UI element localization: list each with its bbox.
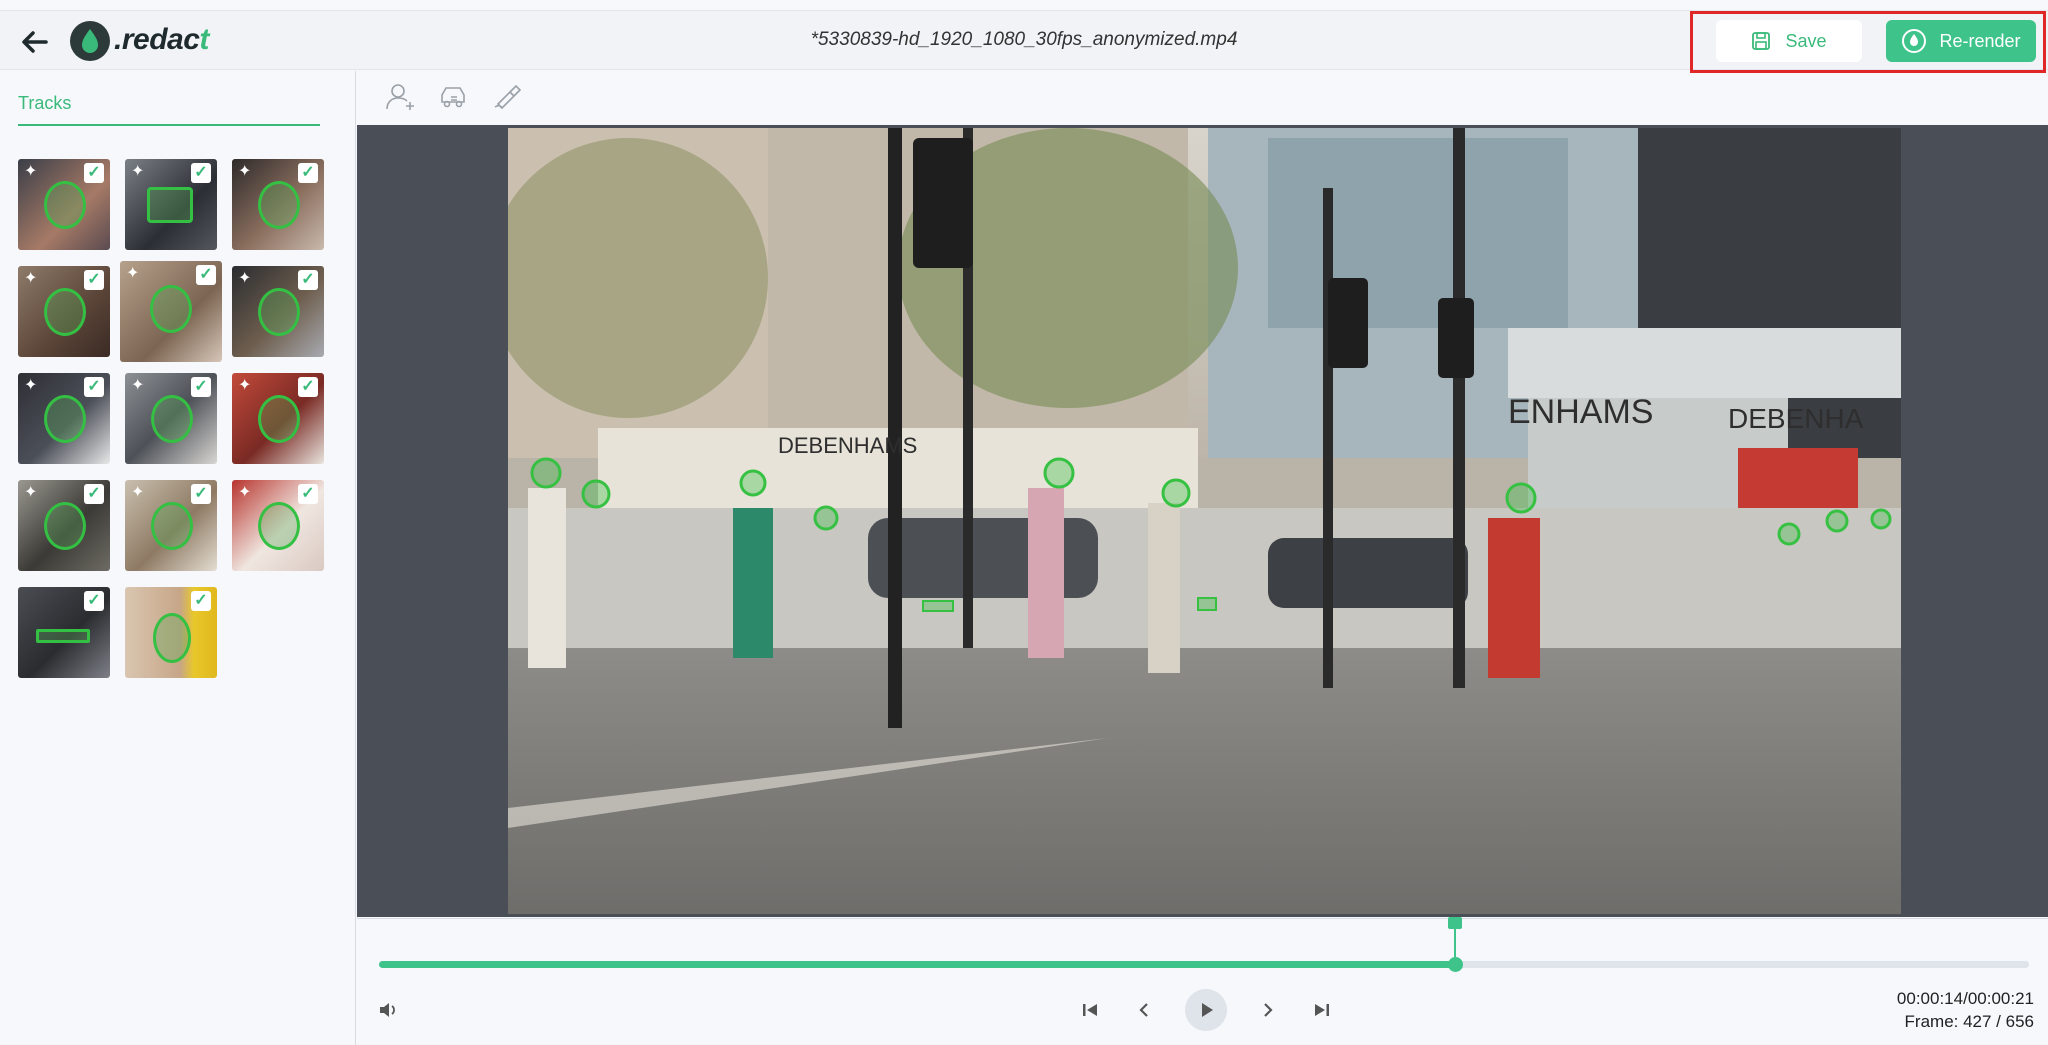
save-button[interactable]: Save (1716, 20, 1862, 62)
face-outline (258, 288, 300, 336)
timeline-track[interactable] (379, 917, 2029, 972)
tracks-sidebar: Tracks ✦ ✓ ✦ ✓ ✦ ✓ ✦ ✓ ✦ ✓ ✦ ✓ ✦ ✓ ✦ ✓ ✦ ✓ ✦ ✓ ✦ ✓ … (0, 71, 356, 1045)
track-thumbnail[interactable]: ✓ (18, 587, 110, 678)
face-outline (44, 288, 86, 336)
checkbox-checked[interactable]: ✓ (191, 591, 211, 611)
checkbox-checked[interactable]: ✓ (298, 163, 318, 183)
face-outline (151, 502, 193, 550)
volume-icon[interactable] (377, 999, 399, 1021)
skip-to-end-icon[interactable] (1309, 997, 1335, 1023)
track-thumbnail[interactable]: ✦ ✓ (18, 373, 110, 464)
checkbox-checked[interactable]: ✓ (191, 484, 211, 504)
checkbox-checked[interactable]: ✓ (298, 377, 318, 397)
annotation-tools (384, 80, 524, 116)
checkbox-checked[interactable]: ✓ (84, 270, 104, 290)
sparkle-icon: ✦ (24, 163, 38, 180)
frame-label: Frame: 427 / 656 (1904, 1012, 2034, 1031)
tracks-heading: Tracks (18, 93, 72, 113)
face-outline (44, 181, 86, 229)
checkbox-checked[interactable]: ✓ (84, 484, 104, 504)
track-thumbnail[interactable]: ✦ ✓ (18, 266, 110, 357)
render-drop-icon (1902, 29, 1927, 53)
track-thumbnail[interactable]: ✦ ✓ (232, 480, 324, 571)
face-outline (258, 181, 300, 229)
sparkle-icon: ✦ (238, 484, 252, 501)
checkbox-checked[interactable]: ✓ (298, 270, 318, 290)
checkbox-checked[interactable]: ✓ (191, 163, 211, 183)
track-thumbnail[interactable]: ✦ ✓ (125, 373, 217, 464)
tracks-underline (18, 124, 320, 126)
checkbox-checked[interactable]: ✓ (191, 377, 211, 397)
plate-outline (36, 629, 90, 643)
playhead-line (1454, 921, 1457, 957)
face-outline (151, 395, 193, 443)
re-render-button[interactable]: Re-render (1886, 20, 2036, 62)
track-thumbnail[interactable]: ✦ ✓ (125, 480, 217, 571)
checkbox-checked[interactable]: ✓ (196, 265, 216, 285)
playback-controls (1077, 989, 1335, 1031)
logo-icon (70, 21, 110, 61)
sparkle-icon: ✦ (24, 270, 38, 287)
draw-icon[interactable] (492, 80, 524, 112)
sparkle-icon: ✦ (238, 270, 252, 287)
top-bar: .redact *5330839-hd_1920_1080_30fps_anon… (0, 10, 2048, 73)
sparkle-icon: ✦ (126, 265, 140, 282)
add-person-icon[interactable] (384, 80, 416, 112)
playback-panel: 00:00:14/00:00:21 Frame: 427 / 656 (357, 917, 2048, 1045)
back-arrow-icon[interactable] (18, 25, 52, 59)
video-frame[interactable]: ENHAMS DEBENHA DEBENHAMS (508, 128, 1901, 914)
sparkle-icon: ✦ (131, 163, 145, 180)
sparkle-icon: ✦ (131, 484, 145, 501)
skip-to-start-icon[interactable] (1077, 997, 1103, 1023)
track-thumbnail[interactable]: ✦ ✓ (125, 159, 217, 250)
face-outline (150, 285, 192, 333)
checkbox-checked[interactable]: ✓ (298, 484, 318, 504)
sparkle-icon: ✦ (238, 163, 252, 180)
track-thumbnail[interactable]: ✦ ✓ (18, 480, 110, 571)
sparkle-icon: ✦ (24, 484, 38, 501)
checkbox-checked[interactable]: ✓ (84, 377, 104, 397)
face-outline (258, 395, 300, 443)
time-label: 00:00:14/00:00:21 (1896, 989, 2034, 1008)
save-label: Save (1785, 30, 1827, 51)
next-frame-icon[interactable] (1255, 997, 1281, 1023)
add-vehicle-icon[interactable] (438, 80, 470, 112)
floppy-disk-icon (1752, 32, 1771, 50)
face-outline (153, 613, 191, 663)
video-scene: ENHAMS DEBENHA DEBENHAMS (508, 128, 1901, 914)
store-sign: DEBENHA (1728, 403, 1864, 434)
play-button[interactable] (1185, 989, 1227, 1031)
previous-frame-icon[interactable] (1131, 997, 1157, 1023)
face-outline (44, 395, 86, 443)
track-thumbnail[interactable]: ✦ ✓ (232, 373, 324, 464)
sparkle-icon: ✦ (24, 377, 38, 394)
store-sign: ENHAMS (1508, 393, 1653, 431)
timeline-knob[interactable] (1448, 957, 1464, 972)
plate-outline (147, 187, 193, 223)
sparkle-icon: ✦ (131, 377, 145, 394)
track-thumbnail[interactable]: ✦ ✓ (232, 159, 324, 250)
track-thumbnail[interactable]: ✦ ✓ (232, 266, 324, 357)
checkbox-checked[interactable]: ✓ (84, 591, 104, 611)
face-outline (44, 502, 86, 550)
store-sign: DEBENHAMS (778, 433, 917, 458)
logo-text: .redact (114, 23, 209, 56)
checkbox-checked[interactable]: ✓ (84, 163, 104, 183)
timeline-progress (379, 961, 1456, 968)
face-outline (258, 502, 300, 550)
action-buttons-highlight: Save Re-render (1690, 11, 2046, 73)
re-render-label: Re-render (1939, 30, 2021, 51)
time-display: 00:00:14/00:00:21 Frame: 427 / 656 (1897, 987, 2034, 1033)
sparkle-icon: ✦ (238, 377, 252, 394)
track-thumbnail[interactable]: ✦ ✓ (18, 159, 110, 250)
track-thumbnail[interactable]: ✦ ✓ (120, 261, 222, 362)
track-thumbnail[interactable]: ✓ (125, 587, 217, 678)
